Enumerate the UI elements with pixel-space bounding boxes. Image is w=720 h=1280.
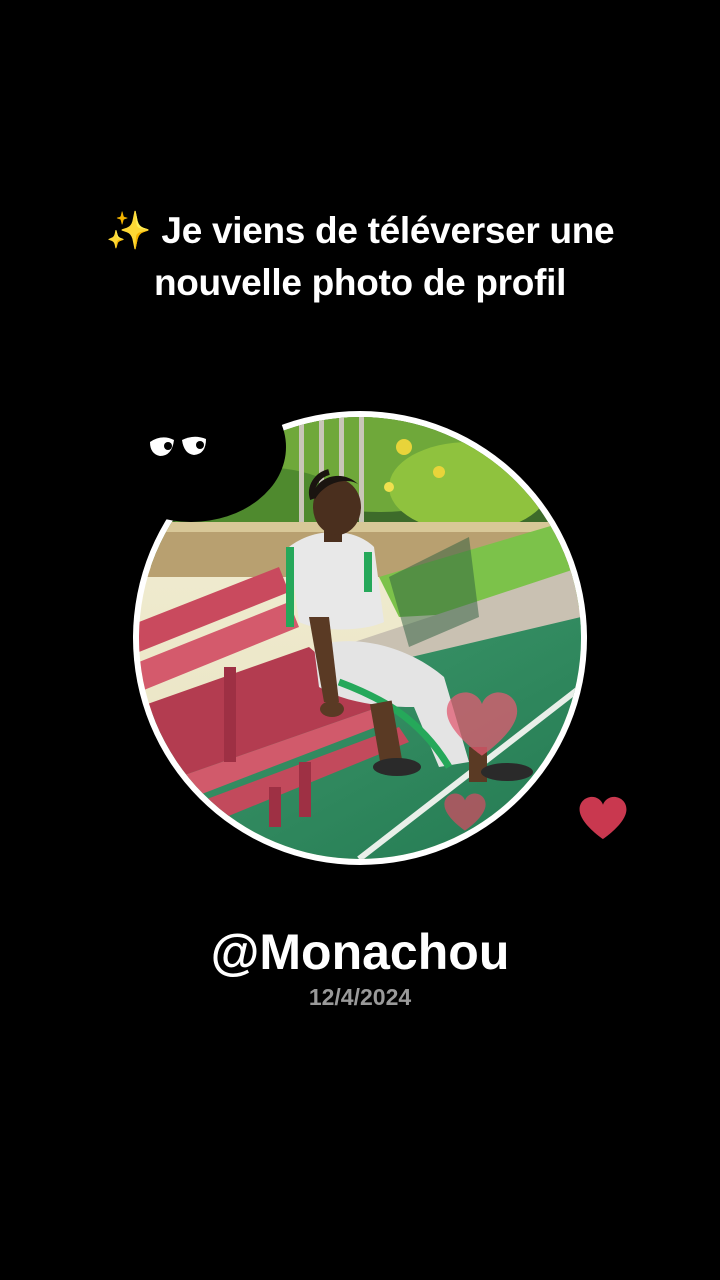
upload-date: 12/4/2024 [308,984,412,1010]
username: @Monachou [210,924,510,980]
heart-icon [444,690,520,758]
eyes-icon [148,434,212,464]
heart-icon [578,795,628,841]
sparkles-icon: ✨ [105,210,152,251]
heart-icon [443,792,487,832]
headline: ✨ Je viens de téléverser une nouvelle ph… [100,205,620,309]
headline-text: Je viens de téléverser une nouvelle phot… [153,210,615,303]
